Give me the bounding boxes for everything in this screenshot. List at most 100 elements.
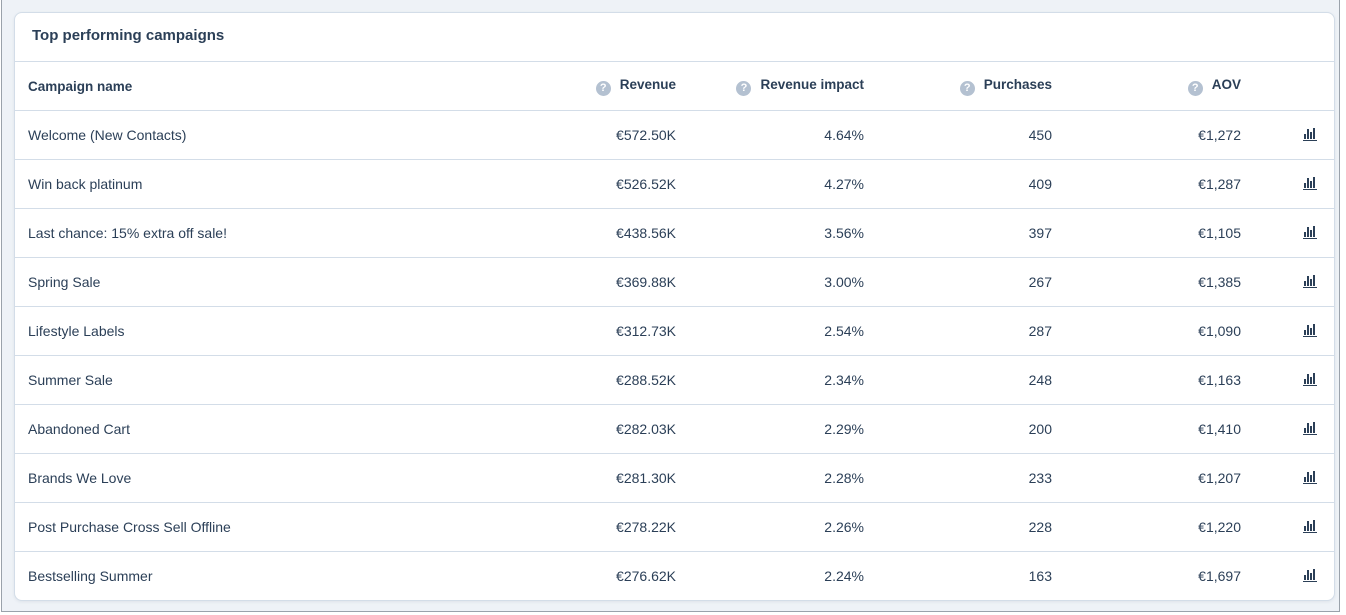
card-title: Top performing campaigns [15,13,1334,62]
table-row[interactable]: Abandoned Cart €282.03K 2.29% 200 €1,410 [15,404,1334,454]
table-row[interactable]: Last chance: 15% extra off sale! €438.56… [15,208,1334,258]
row-actions [1241,110,1334,160]
purchases-value: 233 [864,453,1052,503]
row-actions [1241,453,1334,503]
revenue-value: €526.52K [528,159,676,209]
revenue-impact-value: 2.24% [824,568,864,584]
help-icon[interactable]: ? [959,80,975,96]
bar-chart-icon[interactable] [1302,176,1318,193]
revenue-value: €281.30K [528,453,676,503]
page-frame: Top performing campaigns Campaign name ?… [1,0,1340,612]
bar-chart-icon[interactable] [1302,225,1318,242]
table-row[interactable]: Win back platinum €526.52K 4.27% 409 €1,… [15,159,1334,209]
campaign-name: Abandoned Cart [15,404,528,454]
row-actions [1241,208,1334,258]
revenue-impact-value: 2.54% [676,306,864,356]
table-row[interactable]: Summer Sale €288.52K 2.34% 248 €1,163 [15,355,1334,405]
table-row[interactable]: Post Purchase Cross Sell Offline €278.22… [15,502,1334,552]
purchases-value: 287 [864,306,1052,356]
table-row[interactable]: Brands We Love €281.30K 2.28% 233 €1,207 [15,453,1334,503]
help-icon[interactable]: ? [1187,80,1203,96]
revenue-value: €288.52K [528,355,676,405]
purchases-value: 248 [864,355,1052,405]
purchases-value: 450 [864,110,1052,160]
column-header-revenue[interactable]: ? Revenue [528,62,676,111]
column-label: Campaign name [28,78,133,94]
campaign-name: Win back platinum [15,159,528,209]
row-actions [1241,159,1334,209]
revenue-value: €278.22K [528,502,676,552]
campaign-name: Brands We Love [15,453,528,503]
revenue-impact-value: 3.56% [676,208,864,258]
column-header-actions [1241,62,1334,111]
aov-value: €1,163 [1052,355,1241,405]
bar-chart-icon[interactable] [1302,470,1318,487]
revenue-value: €282.03K [528,404,676,454]
purchases-value: 267 [864,257,1052,307]
revenue-value: €438.56K [528,208,676,258]
bar-chart-icon[interactable] [1302,519,1318,536]
row-actions [1241,355,1334,405]
bar-chart-icon[interactable] [1302,372,1318,389]
row-actions [1241,552,1334,601]
revenue-value: €369.88K [528,257,676,307]
purchases-value: 228 [864,502,1052,552]
campaign-name: Lifestyle Labels [15,306,528,356]
aov-value: €1,410 [1052,404,1241,454]
bar-chart-icon[interactable] [1302,568,1318,585]
revenue-impact-value: 4.27% [676,159,864,209]
purchases-value: 397 [864,208,1052,258]
campaign-name: Summer Sale [15,355,528,405]
bar-chart-icon[interactable] [1302,421,1318,438]
row-actions [1241,404,1334,454]
column-header-aov[interactable]: ? AOV [1052,62,1241,111]
column-label: Revenue impact [760,76,864,92]
revenue-value: €312.73K [528,306,676,356]
table-header-row: Campaign name ? Revenue ? Revenue impact ?… [15,62,1334,111]
purchases-value: 200 [864,404,1052,454]
revenue-value: €572.50K [528,110,676,160]
column-label: Purchases [983,76,1052,92]
table-row[interactable]: Lifestyle Labels €312.73K 2.54% 287 €1,0… [15,306,1334,356]
campaigns-table: Campaign name ? Revenue ? Revenue impact ?… [15,62,1334,600]
revenue-impact-value: 2.28% [676,453,864,503]
column-label: AOV [1211,76,1241,92]
campaign-name: Bestselling Summer [28,568,153,584]
table-row[interactable]: Bestselling Summer €276.62K 2.24% 163 €1… [15,552,1334,601]
aov-value: €1,287 [1052,159,1241,209]
column-header-purchases[interactable]: ? Purchases [864,62,1052,111]
column-header-campaign-name[interactable]: Campaign name [15,62,528,111]
column-label: Revenue [619,76,676,92]
bar-chart-icon[interactable] [1302,127,1318,144]
aov-value: €1,090 [1052,306,1241,356]
row-actions [1241,257,1334,307]
table-row[interactable]: Welcome (New Contacts) €572.50K 4.64% 45… [15,110,1334,160]
table-row[interactable]: Spring Sale €369.88K 3.00% 267 €1,385 [15,257,1334,307]
aov-value: €1,220 [1052,502,1241,552]
top-campaigns-card: Top performing campaigns Campaign name ?… [14,12,1335,601]
aov-value: €1,697 [1198,568,1241,584]
campaign-name: Spring Sale [15,257,528,307]
campaign-name: Last chance: 15% extra off sale! [15,208,528,258]
bar-chart-icon[interactable] [1302,274,1318,291]
row-actions [1241,306,1334,356]
help-icon[interactable]: ? [595,80,611,96]
campaign-name: Post Purchase Cross Sell Offline [15,502,528,552]
aov-value: €1,105 [1052,208,1241,258]
purchases-value: 163 [1028,568,1052,584]
aov-value: €1,207 [1052,453,1241,503]
help-icon[interactable]: ? [736,80,752,96]
revenue-impact-value: 4.64% [676,110,864,160]
revenue-impact-value: 3.00% [676,257,864,307]
revenue-impact-value: 2.29% [676,404,864,454]
purchases-value: 409 [864,159,1052,209]
revenue-impact-value: 2.26% [676,502,864,552]
revenue-value: €276.62K [616,568,676,584]
row-actions [1241,502,1334,552]
aov-value: €1,272 [1052,110,1241,160]
column-header-revenue-impact[interactable]: ? Revenue impact [676,62,864,111]
revenue-impact-value: 2.34% [676,355,864,405]
bar-chart-icon[interactable] [1302,323,1318,340]
aov-value: €1,385 [1052,257,1241,307]
campaign-name: Welcome (New Contacts) [15,110,528,160]
